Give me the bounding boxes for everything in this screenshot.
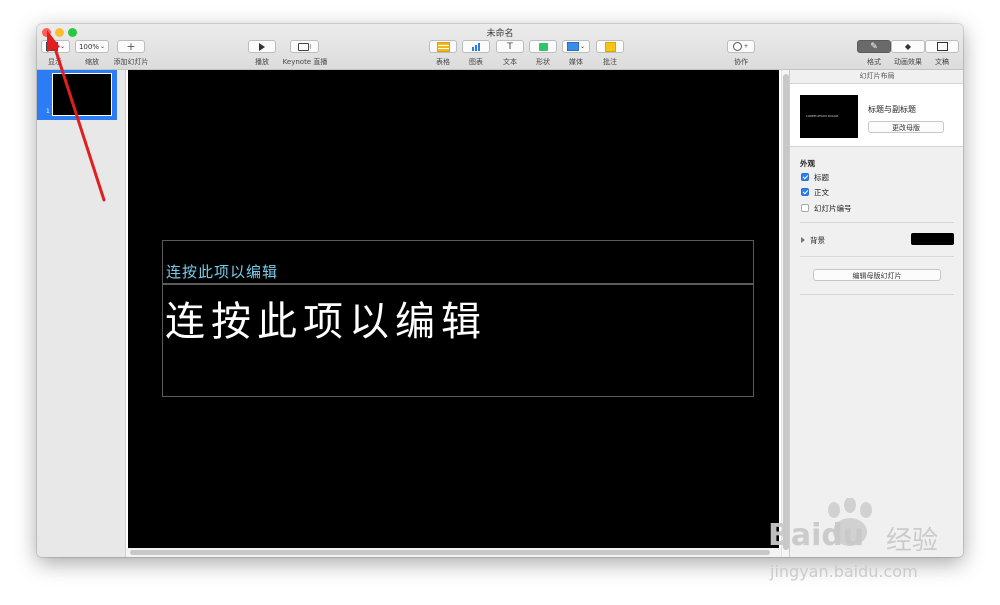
keynote-window: 未命名 ⌄ 显示 100% ⌄ 缩放 + 添加幻灯片 播放 ) Keynote … [37, 24, 963, 557]
title-placeholder[interactable]: 连按此项以编辑 [165, 289, 487, 347]
horizontal-scrollbar[interactable] [126, 548, 781, 557]
image-icon [566, 42, 579, 51]
animate-label: 动画效果 [894, 58, 922, 66]
slide-number-checkbox[interactable] [801, 204, 809, 212]
layout-thumbnail[interactable]: LOREM IPSUM DOLOR [800, 95, 858, 138]
shape-label: 形状 [536, 58, 550, 66]
add-slide-button[interactable]: + [117, 40, 145, 53]
comment-button[interactable] [596, 40, 624, 53]
view-label: 显示 [48, 58, 62, 66]
chevron-down-icon: ⌄ [579, 43, 586, 50]
add-slide-label: 添加幻灯片 [113, 58, 149, 66]
disclosure-triangle-icon[interactable] [801, 237, 805, 243]
slide-navigator: 1 [37, 70, 126, 557]
monitor-icon [297, 42, 309, 51]
collaborate-icon [733, 42, 743, 51]
document-label: 文稿 [935, 58, 949, 66]
comment-label: 批注 [603, 58, 617, 66]
title-placeholder-box[interactable]: 连按此项以编辑 [162, 284, 754, 397]
subtitle-placeholder-box[interactable]: 连按此项以编辑 [162, 240, 754, 284]
plus-icon: + [126, 39, 136, 53]
table-button[interactable] [429, 40, 457, 53]
divider [800, 294, 954, 295]
format-tab[interactable]: ✎ [857, 40, 891, 53]
divider [800, 222, 954, 223]
appearance-heading: 外观 [800, 159, 815, 168]
media-label: 媒体 [569, 58, 583, 66]
title-checkbox-label: 标题 [814, 173, 829, 182]
keynote-live-button[interactable]: ) [290, 40, 319, 53]
zoom-label: 缩放 [85, 58, 99, 66]
divider [800, 256, 954, 257]
change-master-button[interactable]: 更改母版 [868, 121, 944, 133]
document-icon [936, 42, 948, 51]
slide-thumbnail[interactable] [52, 73, 112, 116]
background-color-well[interactable] [911, 233, 954, 245]
edit-master-slide-button[interactable]: 编辑母版幻灯片 [813, 269, 941, 281]
body-checkbox[interactable] [801, 188, 809, 196]
layout-panel: LOREM IPSUM DOLOR 标题与副标题 更改母版 [790, 84, 963, 147]
watermark-brand: Baidu [768, 518, 865, 553]
background-label: 背景 [810, 236, 825, 245]
text-icon: T [507, 41, 513, 52]
view-icon [45, 42, 58, 51]
table-label: 表格 [436, 58, 450, 66]
layout-thumbnail-text: LOREM IPSUM DOLOR [806, 114, 839, 118]
play-label: 播放 [255, 58, 269, 66]
chevron-down-icon: ⌄ [99, 43, 106, 50]
format-inspector: 幻灯片布局 LOREM IPSUM DOLOR 标题与副标题 更改母版 外观 标… [789, 70, 963, 557]
body-checkbox-label: 正文 [814, 188, 829, 197]
toolbar: 未命名 ⌄ 显示 100% ⌄ 缩放 + 添加幻灯片 播放 ) Keynote … [37, 24, 963, 70]
animate-tab[interactable]: ◆ [891, 40, 925, 53]
layout-name: 标题与副标题 [868, 105, 916, 114]
chart-label: 图表 [469, 58, 483, 66]
broadcast-icon: ) [309, 43, 312, 50]
collaborate-label: 协作 [734, 58, 748, 66]
watermark-url: jingyan.baidu.com [770, 562, 918, 581]
text-label: 文本 [503, 58, 517, 66]
zoom-select[interactable]: 100% ⌄ [75, 40, 109, 53]
table-icon [436, 41, 450, 52]
zoom-value: 100% [78, 42, 99, 51]
chart-icon [472, 42, 480, 51]
slide-thumbnail-selected[interactable]: 1 [37, 70, 117, 120]
collaborate-button[interactable]: + [727, 40, 755, 53]
slide-canvas[interactable]: 连按此项以编辑 连按此项以编辑 [128, 70, 779, 548]
shape-icon [538, 42, 548, 51]
view-button[interactable]: ⌄ [41, 40, 70, 53]
slide-number: 1 [46, 108, 50, 115]
window-title: 未命名 [486, 29, 514, 39]
media-button[interactable]: ⌄ [562, 40, 590, 53]
play-icon [259, 42, 265, 51]
shape-button[interactable] [529, 40, 557, 53]
comment-icon [604, 41, 616, 52]
plus-icon: + [743, 43, 749, 50]
title-checkbox[interactable] [801, 173, 809, 181]
slide-number-checkbox-label: 幻灯片编号 [814, 204, 852, 213]
keynote-live-label: Keynote 直播 [282, 58, 328, 66]
play-button[interactable] [248, 40, 276, 53]
paintbrush-icon: ✎ [870, 41, 878, 52]
chevron-down-icon: ⌄ [59, 43, 66, 50]
document-tab[interactable] [925, 40, 959, 53]
inspector-header: 幻灯片布局 [790, 70, 963, 84]
animate-icon: ◆ [904, 42, 912, 51]
subtitle-placeholder[interactable]: 连按此项以编辑 [166, 261, 278, 282]
text-button[interactable]: T [496, 40, 524, 53]
horizontal-scroll-thumb[interactable] [130, 550, 770, 555]
watermark-brand-cn: 经验 [886, 526, 939, 556]
chart-button[interactable] [462, 40, 490, 53]
format-label: 格式 [867, 58, 881, 66]
